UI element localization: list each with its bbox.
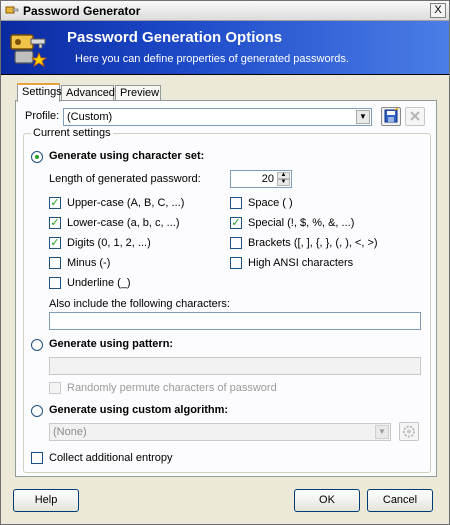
tab-settings[interactable]: Settings <box>17 83 62 102</box>
delete-icon <box>410 111 420 121</box>
charset-radio-label: Generate using character set: <box>49 150 205 162</box>
high-ansi-label: High ANSI characters <box>248 257 354 269</box>
save-profile-button[interactable] <box>381 107 401 126</box>
digits-checkbox[interactable]: ✓ <box>49 237 61 249</box>
entropy-checkbox[interactable] <box>31 452 43 464</box>
banner-subtitle: Here you can define properties of genera… <box>75 53 349 65</box>
header-banner: Password Generation Options Here you can… <box>1 21 449 75</box>
save-icon <box>384 107 399 123</box>
length-value: 20 <box>261 173 274 185</box>
help-button[interactable]: Help <box>13 489 79 512</box>
underline-label: Underline (_) <box>67 277 131 289</box>
permute-label: Randomly permute characters of password <box>67 382 277 394</box>
brackets-checkbox[interactable] <box>230 237 242 249</box>
gear-icon <box>403 425 415 438</box>
special-checkbox[interactable]: ✓ <box>230 217 242 229</box>
custom-algorithm-dropdown[interactable]: (None) ▼ <box>49 423 391 441</box>
tab-preview[interactable]: Preview <box>115 85 161 101</box>
group-legend: Current settings <box>31 127 113 139</box>
brackets-label: Brackets ([, ], {, }, (, ), <, >) <box>248 237 378 249</box>
profile-label: Profile: <box>25 110 60 122</box>
profile-value: (Custom) <box>67 111 113 123</box>
delete-profile-button[interactable] <box>405 107 425 126</box>
keys-icon <box>10 34 48 67</box>
space-checkbox[interactable] <box>230 197 242 209</box>
profile-dropdown[interactable]: (Custom) ▼ <box>63 108 372 126</box>
space-label: Space ( ) <box>248 197 293 209</box>
custom-algorithm-label: Generate using custom algorithm: <box>49 404 229 416</box>
window-title: Password Generator <box>23 4 141 18</box>
custom-algorithm-value: (None) <box>53 426 87 438</box>
also-include-label: Also include the following characters: <box>49 298 230 310</box>
chevron-down-icon: ▼ <box>356 110 370 124</box>
lowercase-label: Lower-case (a, b, c, ...) <box>67 217 180 229</box>
title-bar: Password Generator X <box>1 1 449 21</box>
pattern-radio-label: Generate using pattern: <box>49 338 174 350</box>
entropy-label: Collect additional entropy <box>49 452 173 464</box>
minus-checkbox[interactable] <box>49 257 61 269</box>
length-label: Length of generated password: <box>49 173 201 185</box>
keys-icon <box>5 6 19 14</box>
high-ansi-checkbox[interactable] <box>230 257 242 269</box>
uppercase-label: Upper-case (A, B, C, ...) <box>67 197 185 209</box>
cancel-button[interactable]: Cancel <box>367 489 433 512</box>
permute-checkbox[interactable] <box>49 382 61 394</box>
algorithm-options-button[interactable] <box>399 422 419 441</box>
spin-up-icon[interactable]: ▲ <box>277 172 290 179</box>
uppercase-checkbox[interactable]: ✓ <box>49 197 61 209</box>
spin-down-icon[interactable]: ▼ <box>277 179 290 186</box>
password-generator-window: Password Generator X Password Generation… <box>0 0 450 525</box>
custom-algorithm-radio[interactable] <box>31 405 43 417</box>
minus-label: Minus (-) <box>67 257 111 269</box>
digits-label: Digits (0, 1, 2, ...) <box>67 237 151 249</box>
close-button[interactable]: X <box>430 3 446 18</box>
also-include-input[interactable] <box>49 312 421 330</box>
underline-checkbox[interactable] <box>49 277 61 289</box>
banner-title: Password Generation Options <box>67 29 283 46</box>
pattern-input[interactable] <box>49 357 421 375</box>
pattern-radio[interactable] <box>31 339 43 351</box>
length-stepper[interactable]: 20 ▲ ▼ <box>230 170 292 188</box>
tab-advanced[interactable]: Advanced <box>61 85 115 101</box>
ok-button[interactable]: OK <box>294 489 360 512</box>
chevron-down-icon: ▼ <box>375 425 389 439</box>
lowercase-checkbox[interactable]: ✓ <box>49 217 61 229</box>
special-label: Special (!, $, %, &, ...) <box>248 217 355 229</box>
charset-radio[interactable] <box>31 151 43 163</box>
